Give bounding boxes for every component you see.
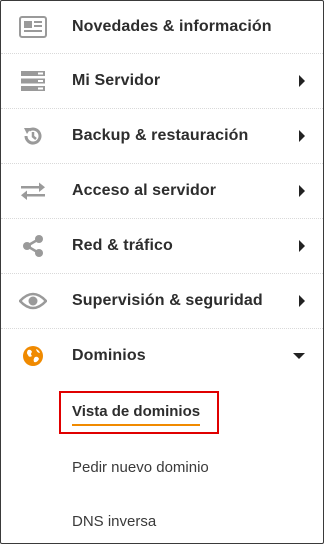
- backup-restore-icon: [19, 122, 47, 150]
- menu-item-acceso-servidor[interactable]: Acceso al servidor: [1, 164, 323, 219]
- sidebar-menu: Novedades & información Mi Servidor Back…: [1, 1, 323, 383]
- menu-item-label: Mi Servidor: [72, 72, 161, 89]
- menu-item-label: Novedades & información: [72, 18, 272, 35]
- navigation-panel: Novedades & información Mi Servidor Back…: [0, 0, 324, 544]
- server-icon: [19, 67, 47, 95]
- menu-item-supervision[interactable]: Supervisión & seguridad: [1, 274, 323, 329]
- highlight-box: [59, 391, 219, 434]
- menu-item-label: Acceso al servidor: [72, 182, 217, 199]
- submenu-item-dns-inversa[interactable]: DNS inversa: [72, 513, 156, 530]
- swap-arrows-icon: [19, 177, 47, 205]
- menu-item-mi-servidor[interactable]: Mi Servidor: [1, 54, 323, 109]
- menu-item-dominios[interactable]: Dominios: [1, 329, 323, 383]
- submenu-item-pedir-dominio[interactable]: Pedir nuevo dominio: [72, 459, 209, 476]
- chevron-right-icon: [299, 130, 305, 142]
- chevron-right-icon: [299, 75, 305, 87]
- menu-item-label: Red & tráfico: [72, 237, 173, 254]
- news-icon: [19, 13, 47, 41]
- submenu-item-label: Pedir nuevo dominio: [72, 459, 209, 476]
- menu-item-label: Supervisión & seguridad: [72, 292, 263, 309]
- share-network-icon: [19, 232, 47, 260]
- menu-item-label: Dominios: [72, 347, 146, 364]
- menu-item-red-trafico[interactable]: Red & tráfico: [1, 219, 323, 274]
- chevron-right-icon: [299, 185, 305, 197]
- menu-item-label: Backup & restauración: [72, 127, 249, 144]
- submenu-item-label: DNS inversa: [72, 513, 157, 530]
- chevron-down-icon: [293, 353, 305, 359]
- globe-icon: [19, 342, 47, 370]
- chevron-right-icon: [299, 240, 305, 252]
- chevron-right-icon: [299, 295, 305, 307]
- menu-item-backup[interactable]: Backup & restauración: [1, 109, 323, 164]
- menu-item-novedades[interactable]: Novedades & información: [1, 1, 323, 54]
- eye-icon: [19, 287, 47, 315]
